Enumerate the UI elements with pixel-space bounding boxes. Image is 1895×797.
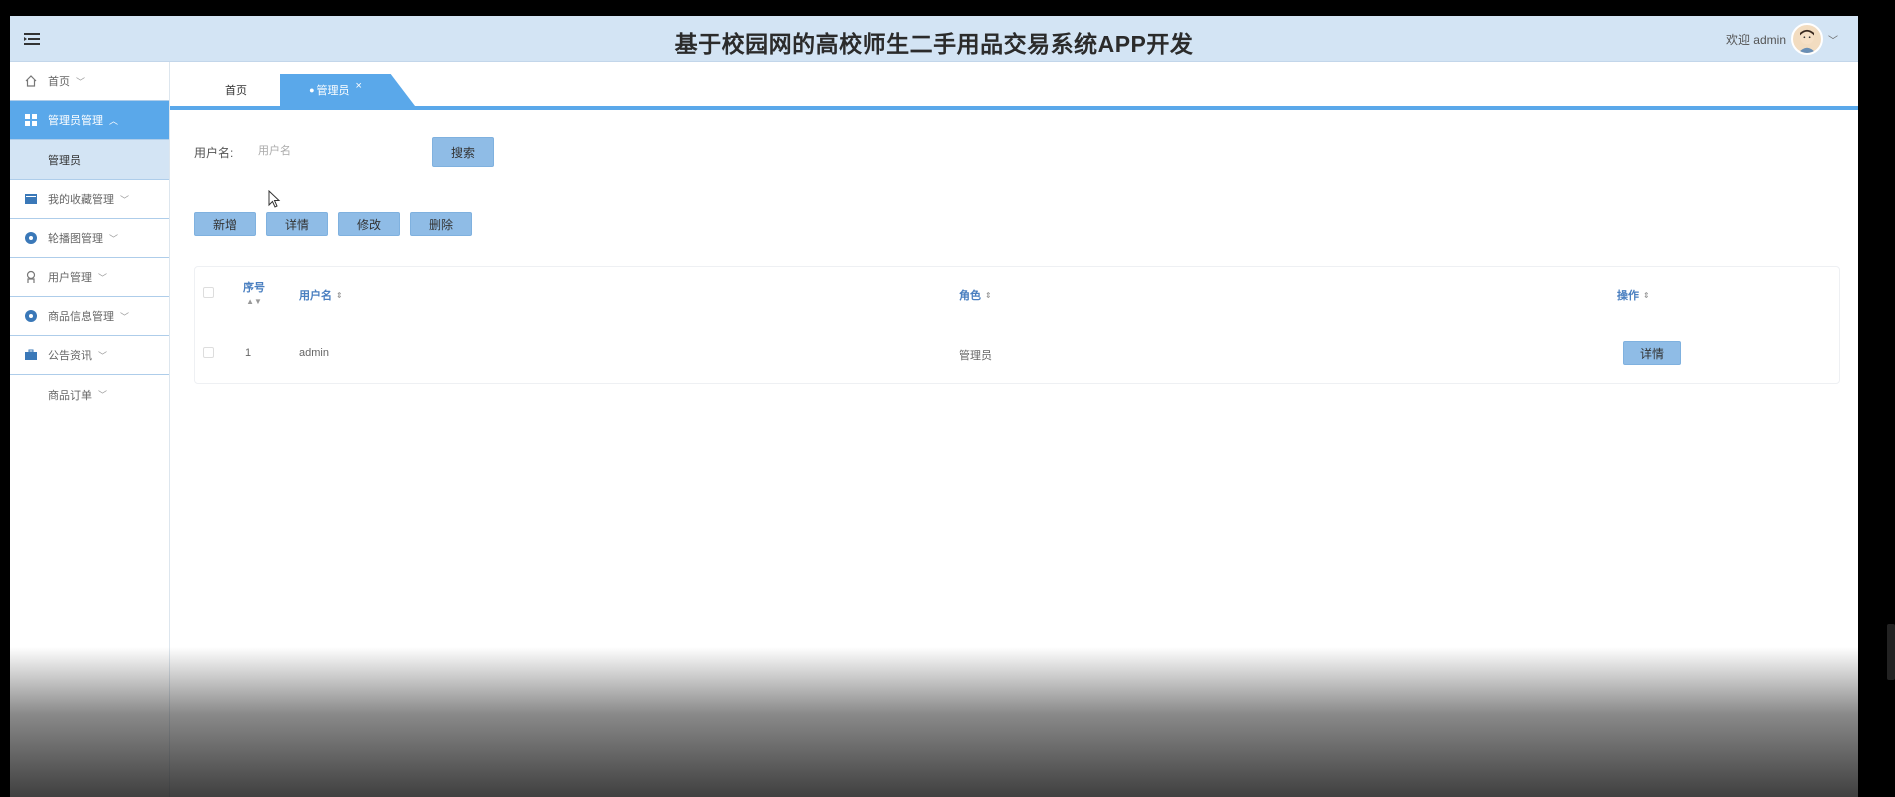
cell-index: 1 xyxy=(245,347,252,359)
row-checkbox[interactable] xyxy=(203,347,214,358)
chevron-up-icon: ︿ xyxy=(109,115,119,126)
circle-icon xyxy=(24,309,38,323)
sort-icon[interactable]: ⇕ xyxy=(1643,291,1650,300)
mouse-cursor-icon xyxy=(268,190,281,208)
username-search-input[interactable] xyxy=(258,138,418,164)
sidebar: 首页 ﹀ 管理员管理 ︿ 管理员 我的收藏管理 ﹀ 轮播图管理 ﹀ 用户管理 ﹀… xyxy=(10,62,170,797)
chevron-down-icon: ﹀ xyxy=(98,390,108,400)
sidebar-item-orders[interactable]: 商品订单 ﹀ xyxy=(10,375,169,414)
folder-icon xyxy=(24,192,38,206)
close-icon[interactable]: × xyxy=(356,80,362,92)
sidebar-item-label: 商品订单 xyxy=(48,389,92,402)
chevron-down-icon[interactable]: ﹀ xyxy=(1828,32,1838,47)
column-header-username[interactable]: 用户名 ⇕ xyxy=(299,287,343,303)
sidebar-item-label: 商品信息管理 xyxy=(48,311,114,323)
sidebar-item-home[interactable]: 首页 ﹀ xyxy=(10,62,169,101)
sidebar-subitem-admin[interactable]: 管理员 xyxy=(10,140,169,180)
tab-bar: 首页 ● 管理员 × xyxy=(170,62,1858,110)
chevron-down-icon: ﹀ xyxy=(120,194,130,205)
sort-icon[interactable]: ⇕ xyxy=(985,291,992,300)
app-window: 基于校园网的高校师生二手用品交易系统APP开发 欢迎 admin ﹀ 首页 ﹀ … xyxy=(10,16,1858,797)
home-icon xyxy=(24,74,38,88)
column-header-index[interactable]: 序号 ▲▼ xyxy=(243,279,265,306)
user-icon xyxy=(24,270,38,284)
circle-icon xyxy=(24,231,38,245)
chevron-down-icon: ﹀ xyxy=(98,350,108,361)
sidebar-item-users[interactable]: 用户管理 ﹀ xyxy=(10,258,169,297)
row-detail-button[interactable]: 详情 xyxy=(1623,341,1681,365)
sort-icon[interactable]: ⇕ xyxy=(336,291,343,300)
chevron-down-icon: ﹀ xyxy=(76,76,86,87)
cell-role: 管理员 xyxy=(959,350,992,362)
tab-admin-label: 管理员 xyxy=(316,85,350,97)
sidebar-item-admin-management[interactable]: 管理员管理 ︿ xyxy=(10,101,169,140)
delete-button[interactable]: 删除 xyxy=(410,212,472,236)
search-label: 用户名: xyxy=(194,146,234,160)
chevron-down-icon: ﹀ xyxy=(109,233,119,244)
sidebar-item-label: 我的收藏管理 xyxy=(48,194,114,206)
app-title: 基于校园网的高校师生二手用品交易系统APP开发 xyxy=(674,31,1194,57)
admin-table: 序号 ▲▼ 用户名 ⇕ 角色 ⇕ 操作 ⇕ 1 admin 管理员 详情 xyxy=(194,266,1840,384)
briefcase-icon xyxy=(24,348,38,362)
sidebar-item-label: 用户管理 xyxy=(48,272,92,284)
tab-home[interactable]: 首页 xyxy=(206,74,266,106)
user-menu[interactable]: 欢迎 admin ﹀ xyxy=(1726,19,1838,59)
cell-username: admin xyxy=(299,347,329,359)
grid-icon xyxy=(24,113,38,127)
edit-button[interactable]: 修改 xyxy=(338,212,400,236)
sidebar-item-label: 管理员管理 xyxy=(48,115,103,127)
chevron-down-icon: ﹀ xyxy=(120,311,130,322)
sidebar-item-products[interactable]: 商品信息管理 ﹀ xyxy=(10,297,169,336)
sidebar-item-favorites[interactable]: 我的收藏管理 ﹀ xyxy=(10,180,169,219)
sidebar-item-carousel[interactable]: 轮播图管理 ﹀ xyxy=(10,219,169,258)
detail-button[interactable]: 详情 xyxy=(266,212,328,236)
top-header: 基于校园网的高校师生二手用品交易系统APP开发 欢迎 admin ﹀ xyxy=(10,16,1858,62)
active-dot-icon: ● xyxy=(309,85,315,95)
sidebar-item-label: 首页 xyxy=(48,76,70,88)
column-header-actions[interactable]: 操作 ⇕ xyxy=(1617,287,1650,303)
sidebar-item-label: 公告资讯 xyxy=(48,350,92,362)
scrollbar-thumb[interactable] xyxy=(1887,624,1895,680)
sort-icon[interactable]: ▲▼ xyxy=(246,297,262,306)
main-content: 用户名: 搜索 新增 详情 修改 删除 序号 ▲▼ 用户名 ⇕ 角色 ⇕ 操作 … xyxy=(170,110,1858,797)
column-header-role[interactable]: 角色 ⇕ xyxy=(959,287,992,303)
sidebar-item-announcements[interactable]: 公告资讯 ﹀ xyxy=(10,336,169,375)
tab-admin[interactable]: ● 管理员 × xyxy=(280,74,415,106)
add-button[interactable]: 新增 xyxy=(194,212,256,236)
welcome-text: 欢迎 admin xyxy=(1725,32,1786,47)
search-button[interactable]: 搜索 xyxy=(432,137,494,167)
select-all-checkbox[interactable] xyxy=(203,287,214,298)
avatar[interactable] xyxy=(1791,23,1823,55)
chevron-down-icon: ﹀ xyxy=(98,272,108,283)
sidebar-item-label: 轮播图管理 xyxy=(48,233,103,245)
